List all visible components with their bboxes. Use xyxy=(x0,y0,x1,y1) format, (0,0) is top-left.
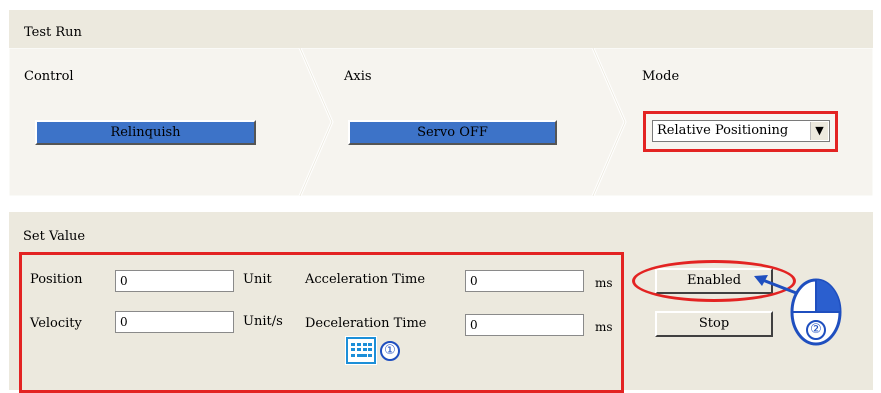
keyboard-icon xyxy=(345,336,377,365)
test-run-title: Test Run xyxy=(24,25,82,40)
control-label: Control xyxy=(24,69,74,84)
mode-label: Mode xyxy=(642,69,680,84)
relinquish-button[interactable]: Relinquish xyxy=(35,120,256,145)
mode-highlight-box xyxy=(643,111,838,152)
axis-label: Axis xyxy=(344,69,372,84)
test-run-panel: Test Run Control Axis Mode Relinquish Se… xyxy=(9,10,873,196)
set-value-title: Set Value xyxy=(23,229,86,244)
mouse-icon xyxy=(754,275,842,346)
step2-marker: ② xyxy=(806,320,826,340)
set-value-highlight-box xyxy=(19,252,624,393)
servo-off-button[interactable]: Servo OFF xyxy=(348,120,557,145)
step1-marker: ① xyxy=(380,341,400,361)
